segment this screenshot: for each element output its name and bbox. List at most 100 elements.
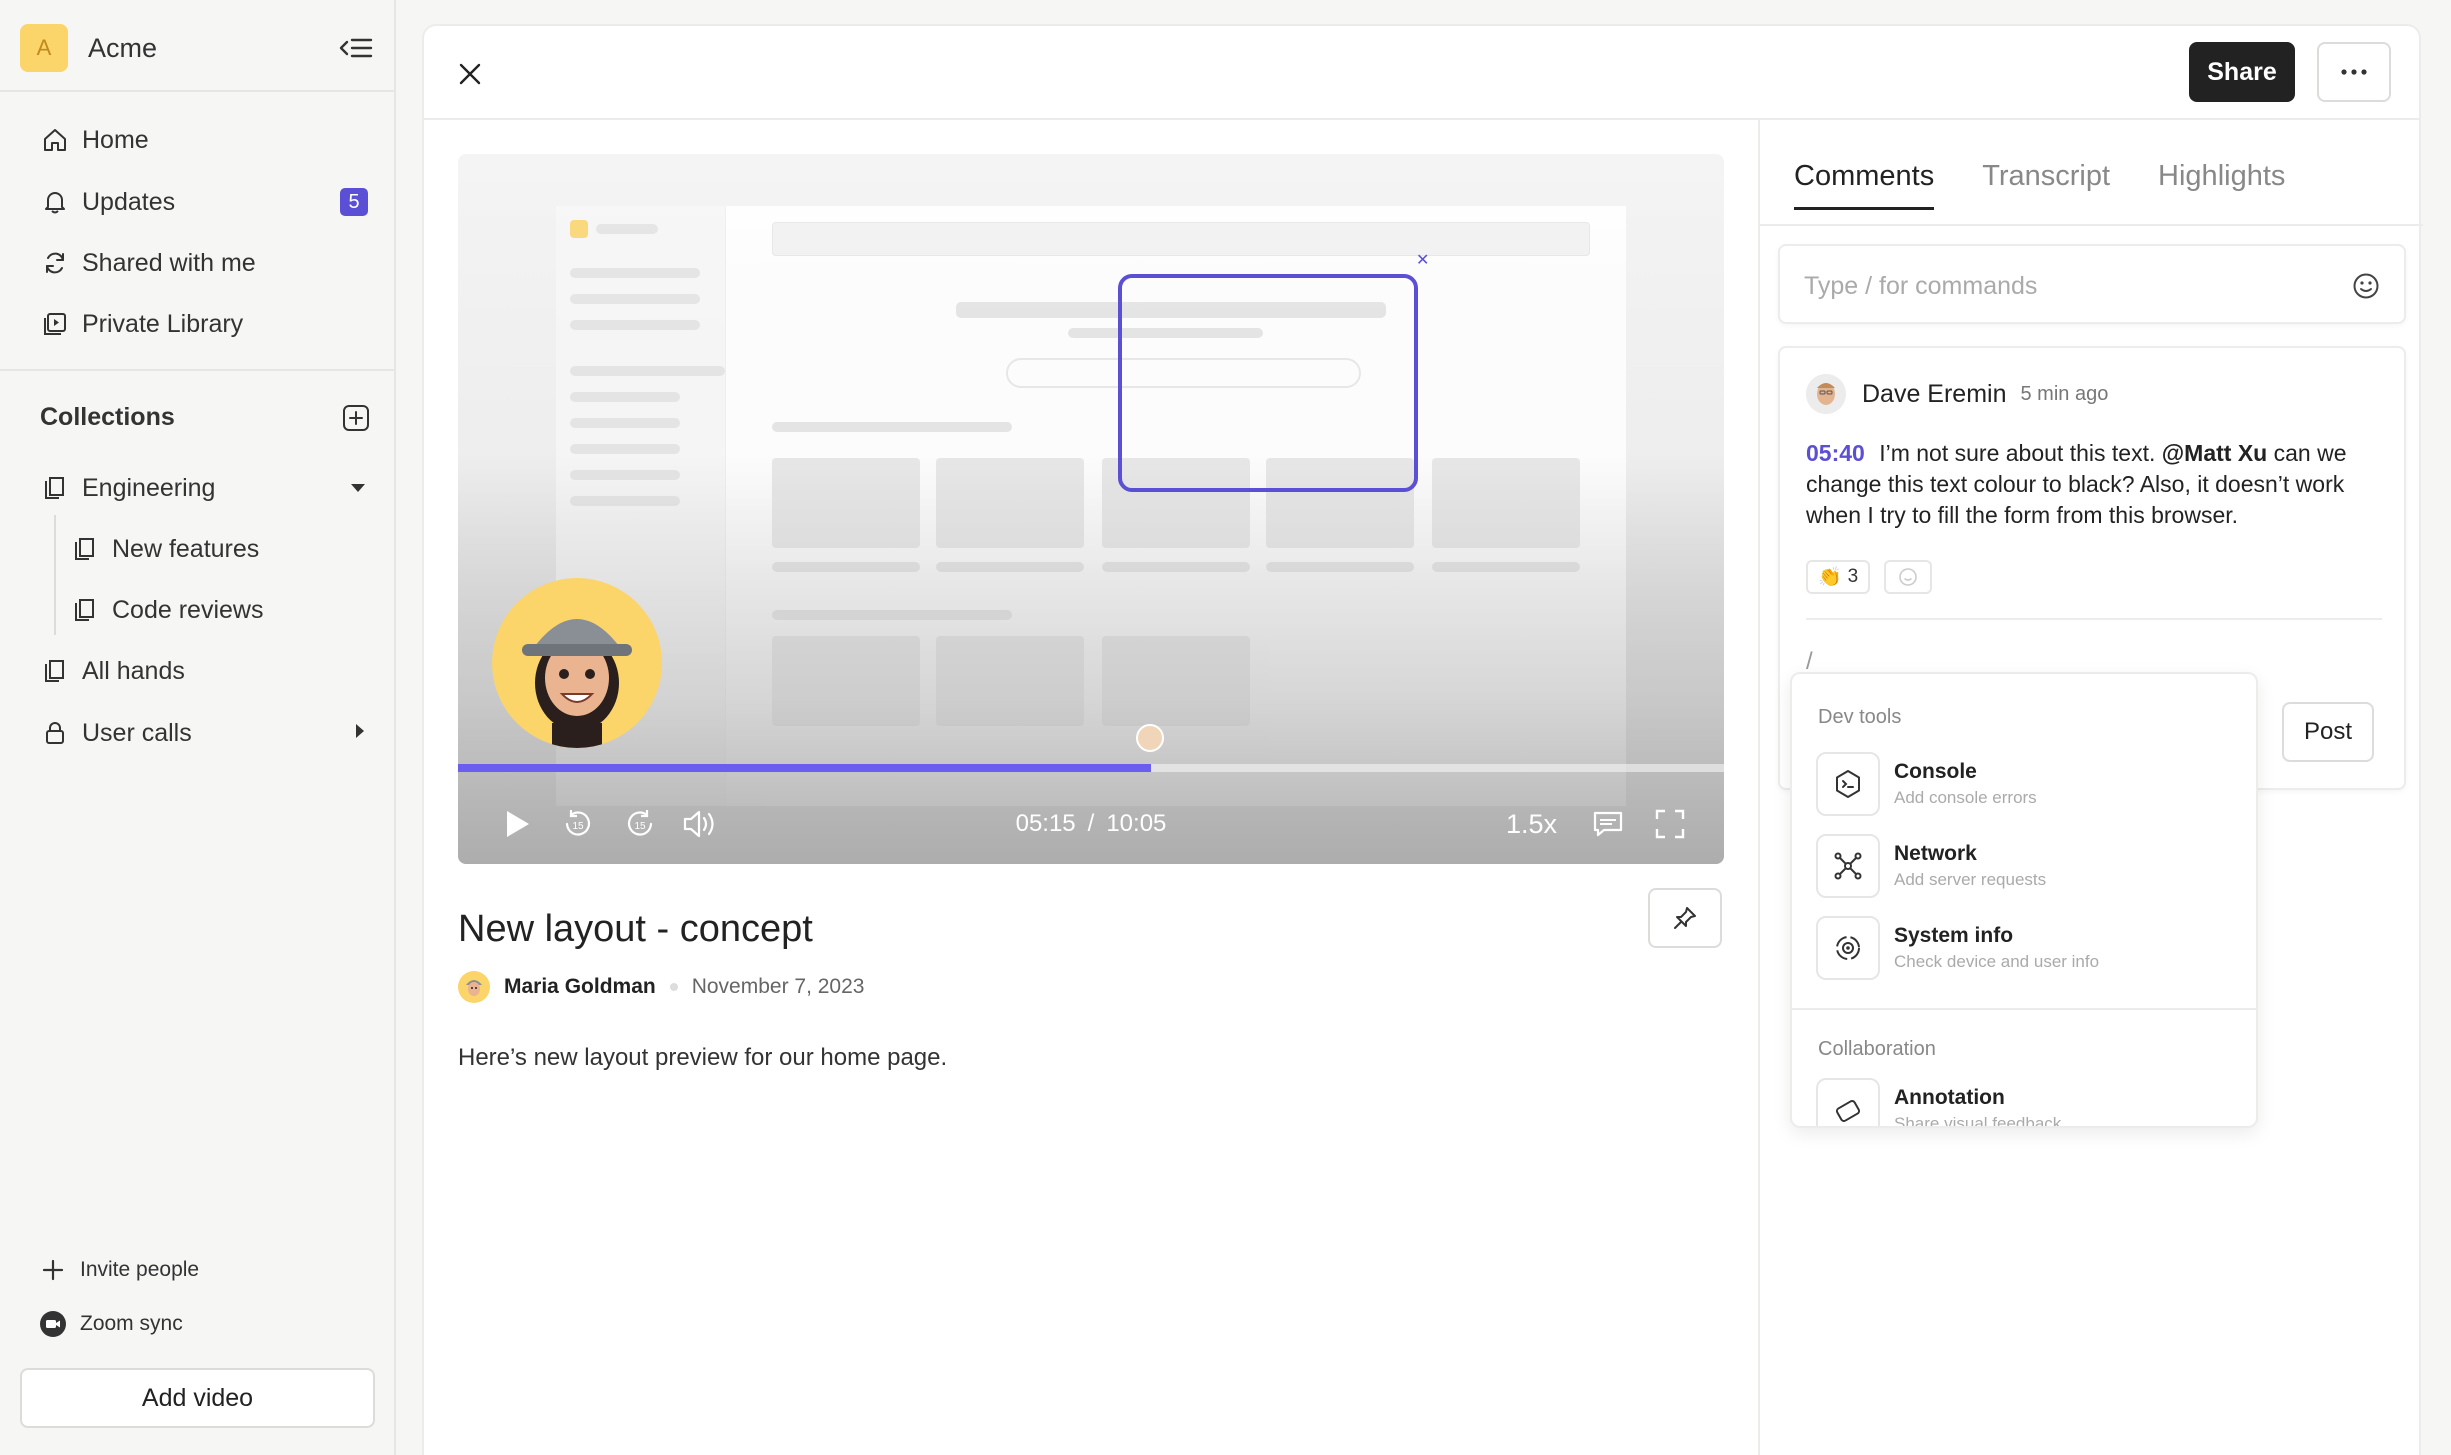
more-horizontal-icon	[2341, 69, 2367, 75]
caret-down-icon	[351, 484, 365, 492]
author-name[interactable]: Maria Goldman	[504, 975, 656, 999]
invite-people-button[interactable]: Invite people	[40, 1252, 199, 1288]
command-subtitle: Add server requests	[1894, 870, 2047, 889]
tabs-divider	[1760, 224, 2423, 226]
zoom-sync-button[interactable]: Zoom sync	[40, 1306, 183, 1342]
add-video-button[interactable]: Add video	[20, 1368, 375, 1428]
tab-comments[interactable]: Comments	[1794, 160, 1935, 210]
command-system-info[interactable]: System info Check device and user info	[1816, 916, 2236, 980]
video-title: New layout - concept	[458, 908, 813, 950]
folder-icon	[40, 656, 70, 686]
add-collection-button[interactable]	[340, 402, 372, 434]
card-header: Share	[424, 26, 2419, 120]
time-separator: /	[1087, 810, 1095, 837]
smiley-icon	[2353, 273, 2379, 299]
annotation-rectangle[interactable]	[1118, 274, 1418, 492]
plus-square-icon	[343, 405, 369, 431]
fullscreen-icon	[1655, 809, 1685, 839]
user-mention[interactable]: @Matt Xu	[2162, 440, 2267, 466]
collapse-sidebar-icon	[339, 38, 373, 58]
command-network[interactable]: Network Add server requests	[1816, 834, 2236, 898]
tab-transcript[interactable]: Transcript	[1982, 160, 2110, 210]
sidebar: A Acme Home Updates 5 Shared with me Pri…	[0, 0, 396, 1455]
comment-header: Dave Eremin 5 min ago	[1806, 374, 2108, 414]
nav-private-library[interactable]: Private Library	[40, 302, 243, 346]
video-description: Here’s new layout preview for our home p…	[458, 1044, 948, 1071]
video-player[interactable]: ✕ 15 15 05:15 / 10:05 1.5x	[458, 154, 1724, 864]
pin-button[interactable]	[1648, 888, 1722, 948]
network-icon	[1816, 834, 1880, 898]
share-button[interactable]: Share	[2189, 42, 2295, 102]
tab-highlights[interactable]: Highlights	[2158, 160, 2285, 210]
emoji-button[interactable]	[2348, 268, 2384, 304]
reaction-count: 3	[1847, 566, 1859, 587]
menu-divider	[1792, 1008, 2256, 1010]
annotation-close-icon[interactable]: ✕	[1416, 250, 1429, 270]
more-options-button[interactable]	[2317, 42, 2391, 102]
comment-text-part: I’m not sure about this text.	[1879, 440, 2156, 466]
divider	[0, 369, 396, 371]
system-info-icon	[1816, 916, 1880, 980]
lock-icon	[40, 718, 70, 748]
command-title: Network	[1894, 842, 1977, 865]
collection-new-features-label: New features	[112, 534, 260, 563]
expand-user-calls-caret[interactable]	[348, 719, 372, 743]
command-subtitle: Check device and user info	[1894, 952, 2100, 971]
workspace-switcher[interactable]: A Acme	[20, 24, 157, 72]
reactions: 👏 3	[1806, 560, 1933, 594]
sync-icon	[40, 248, 70, 278]
captions-button[interactable]	[1586, 799, 1630, 849]
add-reaction-icon	[1899, 568, 1918, 586]
close-icon	[459, 63, 481, 85]
comment-input[interactable]	[1804, 266, 2324, 306]
commenter-name[interactable]: Dave Eremin	[1862, 380, 2007, 409]
reaction-clap[interactable]: 👏 3	[1806, 560, 1871, 594]
nav-shared-with-me[interactable]: Shared with me	[40, 241, 256, 285]
video-progress-bar[interactable]	[458, 764, 1724, 772]
panel-tabs: Comments Transcript Highlights	[1794, 160, 2285, 210]
video-progress-fill	[458, 764, 1151, 772]
presenter-avatar-icon	[522, 619, 632, 748]
add-reaction-button[interactable]	[1884, 560, 1933, 594]
collection-new-features[interactable]: New features	[70, 527, 259, 571]
collection-code-reviews[interactable]: Code reviews	[70, 588, 263, 632]
collections-heading: Collections	[40, 403, 175, 431]
collection-engineering[interactable]: Engineering	[40, 466, 215, 510]
collection-code-reviews-label: Code reviews	[112, 595, 264, 624]
author-avatar-icon	[466, 980, 482, 996]
expand-engineering-caret[interactable]	[346, 476, 370, 500]
commenter-avatar	[1806, 374, 1846, 414]
command-title: Console	[1894, 760, 1977, 783]
annotation-icon	[1816, 1078, 1880, 1126]
plus-icon	[40, 1257, 66, 1283]
pin-icon	[1674, 907, 1696, 929]
close-button[interactable]	[452, 56, 488, 92]
post-button[interactable]: Post	[2282, 702, 2374, 762]
comment-time: 5 min ago	[2020, 382, 2109, 405]
collapse-sidebar-button[interactable]	[336, 32, 376, 64]
workspace-logo: A	[20, 24, 68, 72]
command-console[interactable]: Console Add console errors	[1816, 752, 2236, 816]
zoom-sync-label: Zoom sync	[80, 1312, 183, 1335]
video-date: November 7, 2023	[691, 975, 865, 998]
comment-marker-avatar[interactable]	[1136, 724, 1164, 752]
divider	[0, 90, 396, 92]
captions-icon	[1593, 811, 1623, 837]
nav-home[interactable]: Home	[40, 118, 149, 162]
playback-speed-button[interactable]: 1.5x	[1506, 799, 1557, 849]
caret-right-icon	[356, 724, 364, 738]
home-icon	[40, 125, 70, 155]
collection-all-hands[interactable]: All hands	[40, 649, 185, 693]
presenter-camera-bubble[interactable]	[492, 578, 662, 748]
slash-command-menu: Dev tools Console Add console errors Net…	[1790, 672, 2258, 1128]
command-annotation[interactable]: Annotation Share visual feedback	[1816, 1078, 2236, 1128]
library-icon	[40, 309, 70, 339]
command-subtitle: Share visual feedback	[1894, 1114, 2062, 1128]
collection-user-calls[interactable]: User calls	[40, 711, 192, 755]
meta-separator	[669, 983, 678, 991]
fullscreen-button[interactable]	[1648, 799, 1692, 849]
comment-timestamp-link[interactable]: 05:40	[1806, 440, 1865, 466]
nav-updates[interactable]: Updates	[40, 180, 175, 224]
command-title: Annotation	[1894, 1086, 2005, 1109]
zoom-icon	[40, 1311, 66, 1337]
